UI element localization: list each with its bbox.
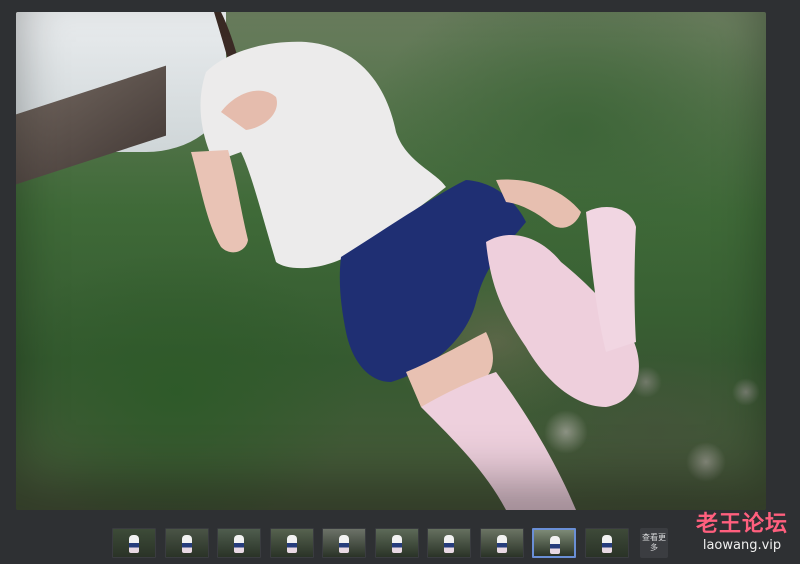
thumbnail-image: [376, 529, 418, 557]
view-more-button[interactable]: 查看更多: [640, 528, 668, 558]
thumbnail-strip: [112, 528, 672, 560]
thumbnail-item[interactable]: [217, 528, 261, 558]
thumbnail-image: [113, 529, 155, 557]
thumbnail-image: [481, 529, 523, 557]
thumbnail-image: [428, 529, 470, 557]
thumbnail-figure: [497, 535, 507, 553]
thumbnail-item[interactable]: [270, 528, 314, 558]
thumbnail-item[interactable]: [375, 528, 419, 558]
watermark-title: 老王论坛: [695, 512, 788, 537]
thumbnail-figure: [287, 535, 297, 553]
thumbnail-item[interactable]: [322, 528, 366, 558]
main-photo[interactable]: [16, 12, 766, 510]
thumbnail-figure: [444, 535, 454, 553]
photo-vignette: [16, 12, 766, 510]
thumbnail-image: [323, 529, 365, 557]
thumbnail-item[interactable]: [112, 528, 156, 558]
thumbnail-item[interactable]: [427, 528, 471, 558]
thumbnail-image: [586, 529, 628, 557]
thumbnail-figure: [550, 536, 560, 554]
watermark-url: laowang.vip: [702, 538, 782, 553]
thumbnail-item[interactable]: [532, 528, 576, 558]
thumbnail-figure: [602, 535, 612, 553]
thumbnail-figure: [129, 535, 139, 553]
thumbnail-figure: [339, 535, 349, 553]
thumbnail-image: [271, 529, 313, 557]
thumbnail-image: [166, 529, 208, 557]
thumbnail-figure: [392, 535, 402, 553]
thumbnail-item[interactable]: [480, 528, 524, 558]
thumbnail-figure: [182, 535, 192, 553]
photo-viewer: 查看更多 老王论坛 laowang.vip: [0, 0, 800, 564]
thumbnail-image: [218, 529, 260, 557]
thumbnail-figure: [234, 535, 244, 553]
view-more-label: 查看更多: [642, 533, 666, 552]
thumbnail-image: [534, 530, 574, 556]
thumbnail-item[interactable]: [165, 528, 209, 558]
thumbnail-item[interactable]: [585, 528, 629, 558]
site-watermark: 老王论坛 laowang.vip: [696, 512, 788, 554]
